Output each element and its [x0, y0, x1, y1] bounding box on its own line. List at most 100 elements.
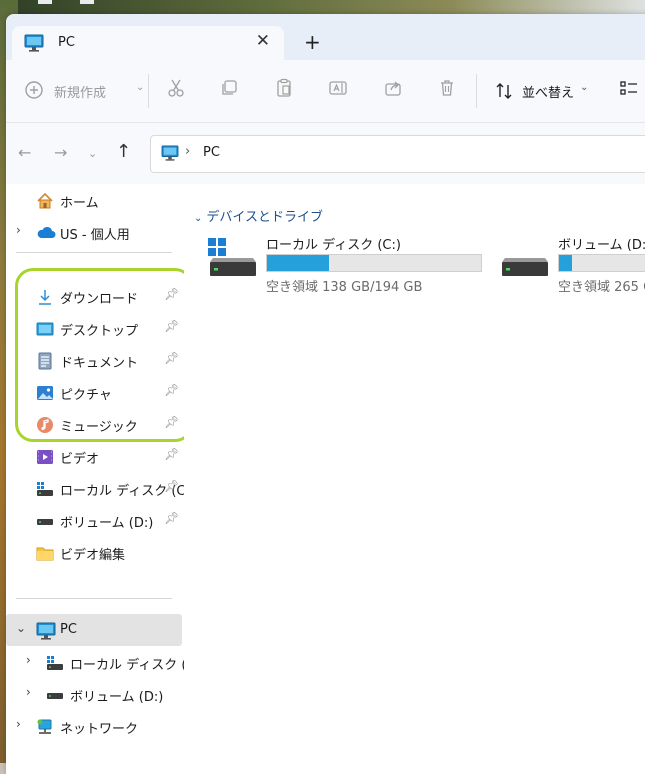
rename-icon — [328, 78, 348, 98]
chevron-right-icon[interactable]: › — [26, 685, 31, 699]
up-arrow-icon[interactable]: ↑ — [116, 141, 131, 162]
recent-locations-chevron-icon[interactable]: ⌄ — [88, 147, 97, 160]
sidebar-item-label: ピクチャ — [60, 388, 112, 403]
sidebar-item-pc-local-disk-c[interactable]: › ローカル ディスク (C:) — [6, 648, 205, 676]
file-explorer-window: PC ✕ + 新規作成 ⌄ 並べ替え ⌄ ← → ⌄ ↑ › PC ホーム › … — [6, 14, 645, 774]
chevron-down-icon: ⌄ — [194, 213, 203, 224]
pin-icon[interactable]: 📌︎ — [164, 479, 179, 493]
drive-icon — [500, 238, 550, 284]
group-header-devices[interactable]: ⌄ デバイスとドライブ — [194, 206, 323, 225]
sidebar-item-video-editing[interactable]: ビデオ編集 — [6, 538, 182, 566]
breadcrumb-pc[interactable]: PC — [203, 145, 220, 160]
sidebar-item-onedrive[interactable]: › US - 個人用 — [6, 218, 182, 246]
pc-icon — [24, 34, 44, 56]
close-tab-icon[interactable]: ✕ — [256, 31, 270, 51]
drive-usage-bar — [558, 254, 645, 272]
chevron-right-icon[interactable]: › — [16, 223, 21, 237]
content-pane: ⌄ デバイスとドライブ ローカル ディスク (C:) 空き領域 138 GB/19… — [184, 184, 645, 774]
sidebar-item-label: US - 個人用 — [60, 228, 130, 243]
sort-button-label: 並べ替え — [522, 86, 575, 101]
sidebar-item-label: ボリューム (D:) — [70, 690, 164, 705]
desktop-icon — [36, 320, 54, 338]
sidebar-item-label: ボリューム (D:) — [60, 516, 154, 531]
chevron-down-icon: ⌄ — [136, 82, 145, 93]
drive-free-space: 空き領域 265 G — [558, 280, 645, 295]
forward-arrow-icon[interactable]: → — [54, 143, 67, 162]
sidebar-item-label: ドキュメント — [60, 356, 139, 371]
sidebar-item-downloads[interactable]: ダウンロード 📌︎ — [6, 282, 182, 310]
sidebar-item-music[interactable]: ミュージック 📌︎ — [6, 410, 182, 438]
chevron-right-icon[interactable]: › — [26, 653, 31, 667]
scissors-icon — [166, 78, 186, 98]
delete-button[interactable] — [437, 78, 457, 104]
pin-icon[interactable]: 📌︎ — [164, 383, 179, 397]
group-header-label: デバイスとドライブ — [206, 210, 324, 225]
copy-icon — [219, 78, 239, 98]
paste-icon — [274, 78, 294, 98]
view-button[interactable] — [619, 78, 639, 104]
pin-icon[interactable]: 📌︎ — [164, 351, 179, 365]
back-arrow-icon[interactable]: ← — [18, 143, 31, 162]
sidebar-item-network[interactable]: › ネットワーク — [6, 712, 182, 740]
share-button[interactable] — [383, 78, 403, 104]
navigation-bar: ← → ⌄ ↑ › PC — [6, 122, 645, 185]
drive-name: ローカル ディスク (C:) — [266, 238, 401, 253]
pin-icon[interactable]: 📌︎ — [164, 447, 179, 461]
breadcrumb-separator-icon: › — [185, 144, 191, 159]
address-bar[interactable]: › PC — [150, 135, 645, 173]
music-icon — [36, 416, 54, 434]
sidebar-item-pictures[interactable]: ピクチャ 📌︎ — [6, 378, 182, 406]
local-disk-icon — [36, 480, 54, 498]
sidebar-item-local-disk-c[interactable]: ローカル ディスク (C 📌︎ — [6, 474, 186, 502]
onedrive-cloud-icon — [36, 224, 56, 242]
sidebar-item-label: ミュージック — [60, 420, 138, 435]
sidebar-item-label: ネットワーク — [60, 722, 139, 737]
toolbar-divider — [148, 74, 149, 108]
pin-icon[interactable]: 📌︎ — [164, 511, 179, 525]
sort-icon — [494, 81, 514, 101]
sidebar-item-label: PC — [60, 622, 77, 637]
sidebar-item-label: デスクトップ — [60, 324, 139, 339]
folder-icon — [36, 544, 54, 562]
sidebar-item-pc-volume-d[interactable]: › ボリューム (D:) — [6, 680, 182, 708]
new-button-label: 新規作成 — [54, 86, 107, 101]
sidebar-item-home[interactable]: ホーム — [6, 186, 182, 214]
drive-icon — [46, 686, 64, 704]
list-view-icon — [619, 78, 639, 98]
drive-name: ボリューム (D:) — [558, 238, 645, 253]
sidebar-item-label: ダウンロード — [60, 292, 139, 307]
pin-icon[interactable]: 📌︎ — [164, 287, 179, 301]
pin-icon[interactable]: 📌︎ — [164, 319, 179, 333]
sidebar-item-label: ホーム — [60, 196, 99, 211]
desktop-window-edge — [80, 0, 94, 4]
local-disk-icon — [208, 238, 258, 284]
chevron-down-icon[interactable]: ⌄ — [16, 621, 26, 635]
drive-usage-fill — [267, 255, 330, 271]
sidebar-item-label: ビデオ — [60, 452, 100, 467]
drive-free-space: 空き領域 138 GB/194 GB — [266, 280, 423, 295]
copy-button[interactable] — [219, 78, 239, 104]
new-tab-button[interactable]: + — [304, 30, 321, 54]
rename-button[interactable] — [328, 78, 348, 104]
download-icon — [36, 288, 54, 306]
trash-icon — [437, 78, 457, 98]
command-bar: 新規作成 ⌄ 並べ替え ⌄ — [6, 60, 645, 122]
sidebar-item-desktop[interactable]: デスクトップ 📌︎ — [6, 314, 182, 342]
home-icon — [36, 192, 54, 210]
drive-usage-fill — [559, 255, 572, 271]
chevron-down-icon: ⌄ — [580, 82, 589, 93]
pc-icon — [161, 145, 179, 165]
pin-icon[interactable]: 📌︎ — [164, 415, 179, 429]
sidebar-item-volume-d[interactable]: ボリューム (D:) 📌︎ — [6, 506, 182, 534]
tab-pc[interactable]: PC ✕ — [12, 26, 284, 60]
sidebar-item-documents[interactable]: ドキュメント 📌︎ — [6, 346, 182, 374]
cut-button[interactable] — [166, 78, 186, 104]
desktop-window-edge — [38, 0, 52, 4]
paste-button[interactable] — [274, 78, 294, 104]
chevron-right-icon[interactable]: › — [16, 717, 21, 731]
local-disk-icon — [46, 654, 64, 672]
sidebar-item-pc[interactable]: ⌄ PC — [6, 614, 182, 646]
network-icon — [36, 718, 54, 736]
sidebar-item-videos[interactable]: ビデオ 📌︎ — [6, 442, 182, 470]
document-icon — [36, 352, 54, 370]
